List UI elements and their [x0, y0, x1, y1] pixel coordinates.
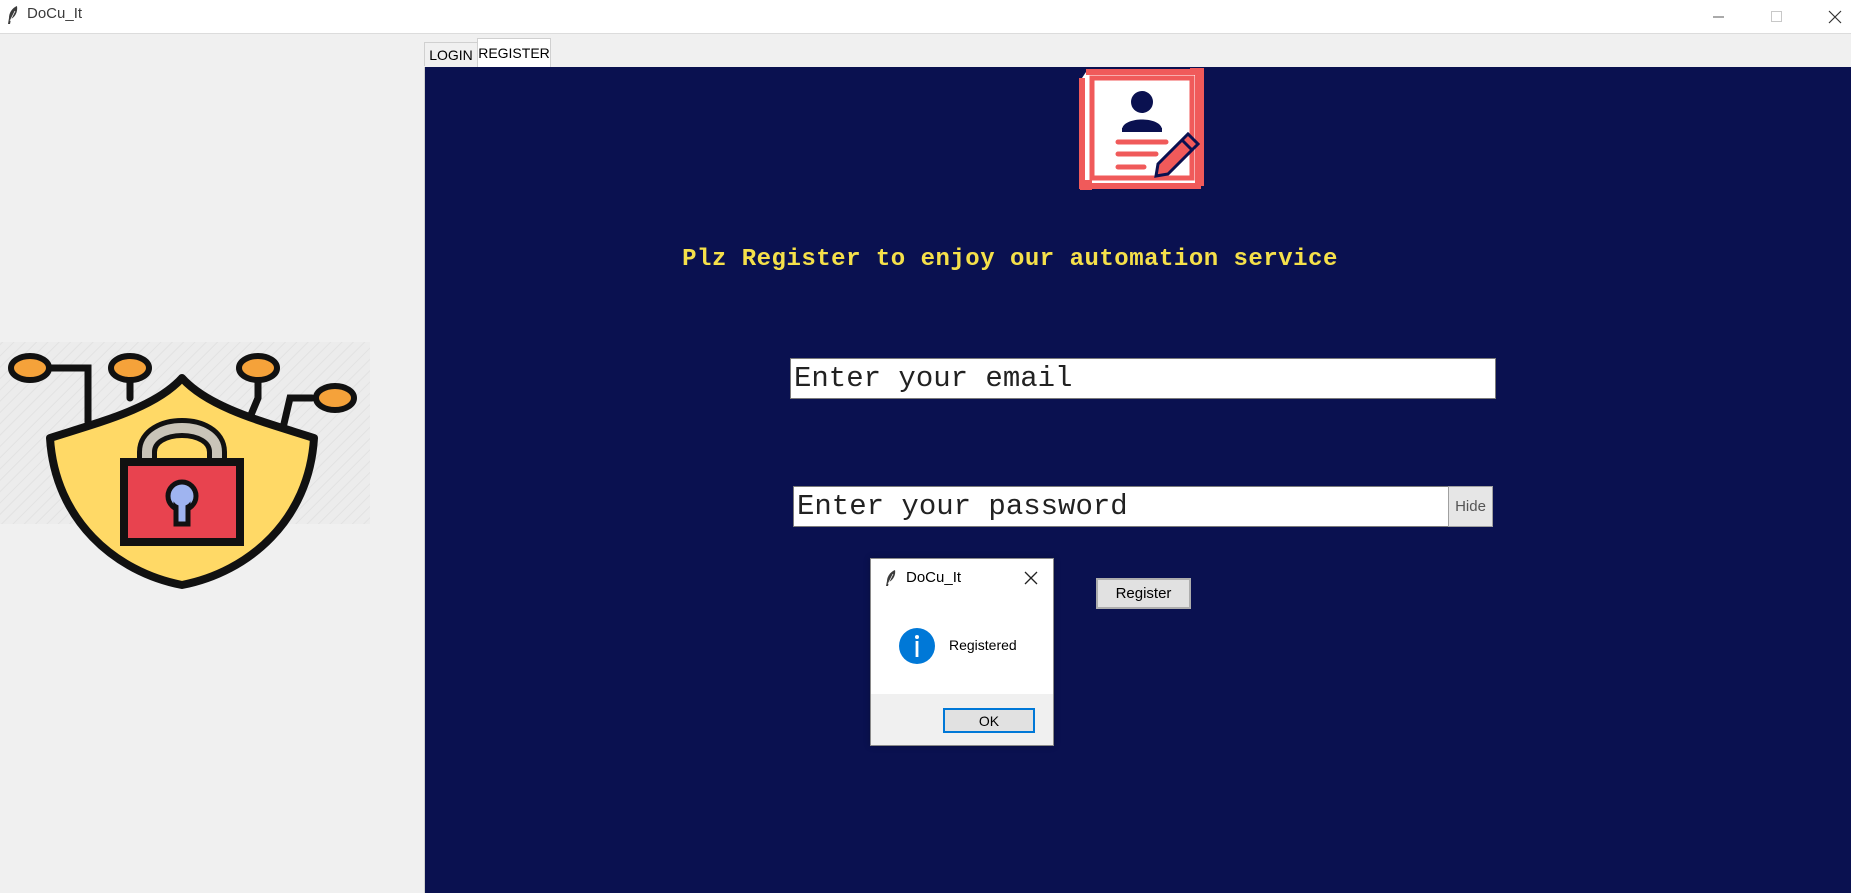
dialog-message: Registered: [949, 637, 1017, 653]
registered-dialog: DoCu_It Registered OK: [870, 558, 1054, 746]
maximize-button[interactable]: [1748, 0, 1806, 33]
window-titlebar: DoCu_It: [0, 0, 1851, 34]
email-field[interactable]: [790, 358, 1496, 399]
minimize-icon: [1713, 16, 1724, 17]
register-document-icon: [1078, 68, 1208, 196]
ok-button[interactable]: OK: [943, 708, 1035, 733]
feather-icon: [885, 569, 897, 587]
register-headline: Plz Register to enjoy our automation ser…: [682, 246, 1338, 273]
maximize-icon: [1771, 10, 1782, 22]
dialog-title: DoCu_It: [906, 569, 962, 586]
dialog-close-button[interactable]: [1021, 568, 1041, 588]
close-button[interactable]: [1806, 0, 1851, 33]
tab-login[interactable]: LOGIN: [424, 42, 478, 66]
tab-register[interactable]: REGISTER: [477, 38, 551, 67]
password-field[interactable]: [793, 486, 1449, 527]
security-shield-lock-icon: [0, 310, 370, 600]
hide-password-button[interactable]: Hide: [1448, 486, 1493, 527]
close-icon: [1024, 571, 1038, 585]
feather-icon: [6, 5, 20, 25]
close-icon: [1828, 10, 1842, 23]
minimize-button[interactable]: [1690, 0, 1748, 33]
register-button[interactable]: Register: [1096, 578, 1191, 609]
info-icon: [898, 627, 936, 665]
window-title: DoCu_It: [27, 5, 83, 22]
